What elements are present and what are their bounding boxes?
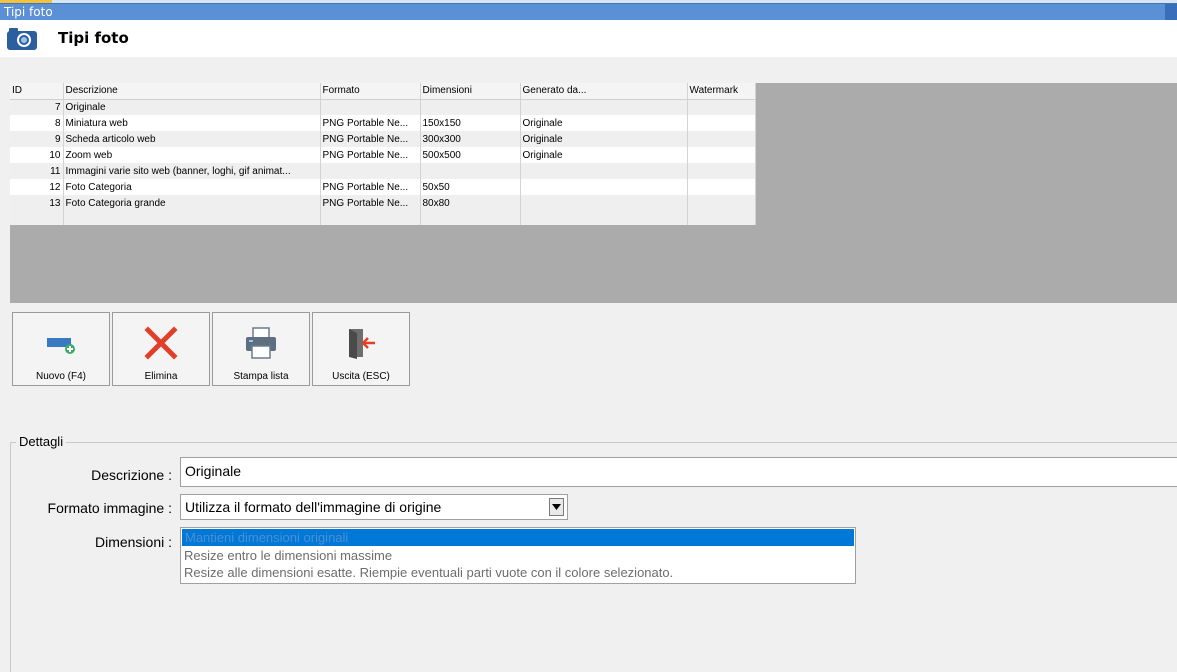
cell-id: 12 (10, 179, 64, 195)
print-list-button-label: Stampa lista (233, 371, 289, 382)
cell-dimensioni: 300x300 (420, 131, 521, 147)
table-row[interactable]: 8 Miniatura web PNG Portable Ne... 150x1… (10, 115, 756, 131)
image-format-value: Utilizza il formato dell'immagine di ori… (185, 499, 442, 515)
cell-watermark (687, 147, 756, 163)
cell-id: 8 (10, 115, 64, 131)
cell-generato: Originale (520, 131, 688, 147)
dimensions-listbox[interactable]: Mantieni dimensioni originali Resize ent… (180, 527, 856, 584)
cell-formato (320, 163, 421, 179)
column-header-watermark[interactable]: Watermark (687, 83, 756, 100)
delete-button-label: Elimina (144, 371, 178, 382)
cell-generato: Originale (520, 147, 688, 163)
cell-watermark (687, 163, 756, 179)
cell-formato: PNG Portable Ne... (320, 179, 421, 195)
photo-types-grid-panel: ID Descrizione Formato Dimensioni Genera… (10, 83, 1177, 303)
cell-id: 7 (10, 99, 64, 115)
table-row[interactable]: 10 Zoom web PNG Portable Ne... 500x500 O… (10, 147, 756, 163)
window-titlebar: Tipi foto (0, 3, 1177, 20)
cell-id: 9 (10, 131, 64, 147)
titlebar-edge (1165, 4, 1177, 20)
cell-formato: PNG Portable Ne... (320, 147, 421, 163)
cell-watermark (687, 115, 756, 131)
dimensions-option-selected[interactable]: Mantieni dimensioni originali (182, 529, 854, 546)
exit-button-label: Uscita (ESC) (332, 371, 390, 382)
cell-generato (520, 163, 688, 179)
printer-icon (213, 325, 309, 361)
column-header-id[interactable]: ID (10, 83, 64, 100)
image-format-label: Formato immagine : (47, 500, 172, 516)
dimensions-option[interactable]: Resize alle dimensioni esatte. Riempie e… (181, 564, 855, 581)
image-format-dropdown[interactable]: Utilizza il formato dell'immagine di ori… (180, 494, 568, 520)
chevron-down-icon[interactable] (549, 498, 564, 516)
dimensions-label: Dimensioni : (94, 534, 172, 550)
cell-formato: PNG Portable Ne... (320, 195, 421, 211)
table-row[interactable]: 12 Foto Categoria PNG Portable Ne... 50x… (10, 179, 756, 195)
cell-watermark (687, 179, 756, 195)
description-input[interactable]: Originale (180, 457, 1177, 487)
cell-id: 11 (10, 163, 64, 179)
cell-descrizione: Zoom web (63, 147, 321, 163)
cell-formato (320, 99, 421, 115)
cell-dimensioni (420, 163, 521, 179)
cell-descrizione: Miniatura web (63, 115, 321, 131)
page-title: Tipi foto (58, 29, 129, 47)
dimensions-option[interactable]: Resize entro le dimensioni massime (181, 547, 855, 564)
table-row[interactable]: 7 Originale (10, 99, 756, 115)
window-title: Tipi foto (4, 5, 53, 19)
cell-watermark (687, 195, 756, 211)
column-header-formato[interactable]: Formato (320, 83, 421, 100)
details-legend: Dettagli (16, 434, 67, 450)
cell-dimensioni: 150x150 (420, 115, 521, 131)
cell-generato: Originale (520, 115, 688, 131)
print-list-button[interactable]: Stampa lista (212, 312, 310, 386)
cell-id: 13 (10, 195, 64, 211)
cell-formato: PNG Portable Ne... (320, 115, 421, 131)
cell-descrizione: Foto Categoria (63, 179, 321, 195)
column-header-generato[interactable]: Generato da... (520, 83, 688, 100)
description-value: Originale (185, 463, 242, 479)
cell-dimensioni: 50x50 (420, 179, 521, 195)
add-item-icon (13, 325, 109, 361)
cell-generato (520, 195, 688, 211)
cell-generato (520, 179, 688, 195)
table-row[interactable]: 13 Foto Categoria grande PNG Portable Ne… (10, 195, 756, 211)
cell-descrizione: Foto Categoria grande (63, 195, 321, 211)
cell-watermark (687, 99, 756, 115)
camera-icon (6, 26, 38, 55)
table-row-empty (10, 211, 756, 225)
page-header: Tipi foto (0, 20, 1177, 57)
new-button-label: Nuovo (F4) (35, 371, 86, 382)
description-label: Descrizione : (91, 467, 172, 483)
cell-descrizione: Scheda articolo web (63, 131, 321, 147)
new-button[interactable]: Nuovo (F4) (12, 312, 110, 386)
column-header-dimensioni[interactable]: Dimensioni (420, 83, 521, 100)
cell-formato: PNG Portable Ne... (320, 131, 421, 147)
cell-dimensioni: 80x80 (420, 195, 521, 211)
exit-door-icon (313, 325, 409, 361)
cell-descrizione: Immagini varie sito web (banner, loghi, … (63, 163, 321, 179)
delete-button[interactable]: Elimina (112, 312, 210, 386)
table-row[interactable]: 11 Immagini varie sito web (banner, logh… (10, 163, 756, 179)
table-row[interactable]: 9 Scheda articolo web PNG Portable Ne...… (10, 131, 756, 147)
delete-x-icon (113, 325, 209, 361)
cell-descrizione: Originale (63, 99, 321, 115)
cell-generato (520, 99, 688, 115)
cell-dimensioni (420, 99, 521, 115)
cell-id: 10 (10, 147, 64, 163)
table-header-row: ID Descrizione Formato Dimensioni Genera… (10, 83, 756, 100)
photo-types-table: ID Descrizione Formato Dimensioni Genera… (10, 83, 756, 225)
exit-button[interactable]: Uscita (ESC) (312, 312, 410, 386)
cell-dimensioni: 500x500 (420, 147, 521, 163)
cell-watermark (687, 131, 756, 147)
column-header-descrizione[interactable]: Descrizione (63, 83, 321, 100)
